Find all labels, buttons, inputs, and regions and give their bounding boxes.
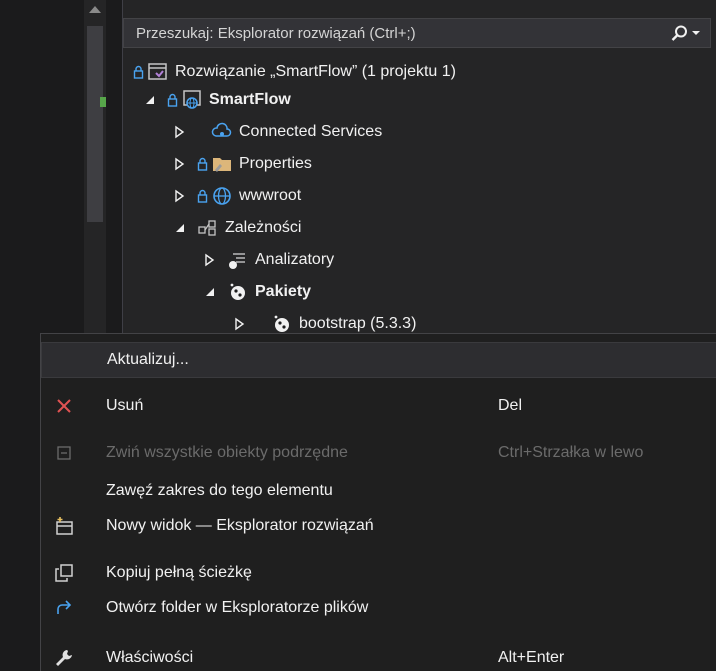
lock-icon bbox=[167, 93, 178, 107]
collapsed-arrow-icon bbox=[205, 253, 215, 267]
tree-item-dependencies[interactable]: Zależności bbox=[173, 212, 301, 244]
menu-item-copy-full-path[interactable]: Kopiuj pełną ścieżkę bbox=[41, 555, 716, 591]
lock-icon bbox=[133, 65, 144, 79]
bootstrap-label: bootstrap (5.3.3) bbox=[299, 315, 417, 332]
tree-item-connected-services[interactable]: Connected Services bbox=[173, 116, 382, 148]
expanded-arrow-icon bbox=[176, 224, 184, 232]
analyzer-icon bbox=[229, 253, 245, 269]
collapsed-arrow-icon bbox=[235, 317, 245, 331]
menu-shortcut: Ctrl+Strzałka w lewo bbox=[498, 444, 644, 461]
lock-icon bbox=[197, 189, 208, 203]
change-indicator bbox=[100, 97, 106, 107]
new-window-icon bbox=[53, 515, 75, 537]
dependencies-label: Zależności bbox=[225, 219, 302, 236]
menu-label: Aktualizuj... bbox=[107, 351, 189, 368]
properties-label: Properties bbox=[239, 155, 312, 172]
vertical-scrollbar[interactable] bbox=[84, 0, 106, 340]
search-input[interactable] bbox=[124, 19, 671, 47]
tree-item-packages[interactable]: Pakiety bbox=[203, 276, 311, 308]
packages-label: Pakiety bbox=[255, 283, 312, 300]
tree-item-project[interactable]: SmartFlow bbox=[143, 84, 291, 116]
menu-label: Kopiuj pełną ścieżkę bbox=[106, 564, 252, 581]
solution-label: Rozwiązanie „SmartFlow” (1 projektu 1) bbox=[175, 63, 456, 80]
project-label: SmartFlow bbox=[209, 91, 291, 108]
open-folder-arrow-icon bbox=[53, 597, 75, 619]
collapsed-arrow-icon bbox=[175, 125, 185, 139]
solution-icon bbox=[148, 63, 167, 80]
menu-label: Otwórz folder w Eksploratorze plików bbox=[106, 599, 369, 616]
search-icon bbox=[671, 25, 687, 41]
menu-item-update[interactable]: Aktualizuj... bbox=[41, 342, 716, 378]
menu-item-properties[interactable]: Właściwości Alt+Enter bbox=[41, 640, 716, 671]
menu-label: Zawęź zakres do tego elementu bbox=[106, 482, 333, 499]
package-icon bbox=[230, 283, 245, 300]
collapse-all-icon bbox=[53, 442, 75, 464]
menu-label: Zwiń wszystkie obiekty podrzędne bbox=[106, 444, 348, 461]
globe-icon bbox=[213, 187, 231, 205]
expanded-arrow-icon bbox=[146, 96, 154, 104]
wrench-icon bbox=[53, 647, 75, 669]
menu-label: Nowy widok — Eksplorator rozwiązań bbox=[106, 517, 374, 534]
menu-item-scope-to-this[interactable]: Zawęź zakres do tego elementu bbox=[41, 473, 716, 509]
scroll-up-arrow-icon[interactable] bbox=[89, 6, 101, 13]
tree-item-properties[interactable]: Properties bbox=[173, 148, 312, 180]
web-project-icon bbox=[183, 90, 201, 109]
analyzers-label: Analizatory bbox=[255, 251, 335, 268]
expanded-arrow-icon bbox=[206, 288, 214, 296]
copy-icon bbox=[53, 562, 75, 584]
menu-item-open-folder[interactable]: Otwórz folder w Eksploratorze plików bbox=[41, 590, 716, 626]
scroll-thumb[interactable] bbox=[87, 26, 103, 222]
connected-services-icon bbox=[211, 122, 232, 137]
search-options-button[interactable] bbox=[671, 25, 710, 42]
delete-icon bbox=[53, 395, 75, 417]
menu-label: Usuń bbox=[106, 397, 144, 414]
collapsed-arrow-icon bbox=[175, 157, 185, 171]
menu-label: Właściwości bbox=[106, 649, 194, 666]
menu-item-delete[interactable]: Usuń Del bbox=[41, 388, 716, 424]
connected-services-label: Connected Services bbox=[239, 123, 383, 140]
properties-folder-icon bbox=[213, 158, 231, 172]
tree-item-analyzers[interactable]: Analizatory bbox=[203, 244, 334, 276]
menu-shortcut: Alt+Enter bbox=[498, 649, 565, 666]
package-icon bbox=[274, 315, 289, 332]
solution-explorer-panel: Rozwiązanie „SmartFlow” (1 projektu 1) bbox=[122, 0, 716, 340]
ide-window: Rozwiązanie „SmartFlow” (1 projektu 1) bbox=[0, 0, 716, 671]
menu-item-collapse-all[interactable]: Zwiń wszystkie obiekty podrzędne Ctrl+St… bbox=[41, 435, 716, 471]
menu-item-new-view[interactable]: Nowy widok — Eksplorator rozwiązań bbox=[41, 508, 716, 544]
context-menu: Aktualizuj... Usuń Del Zwiń wszystkie ob… bbox=[40, 333, 716, 671]
collapsed-arrow-icon bbox=[175, 189, 185, 203]
menu-shortcut: Del bbox=[498, 397, 523, 414]
solution-explorer-search bbox=[123, 18, 711, 48]
wwwroot-label: wwwroot bbox=[239, 187, 302, 204]
dependencies-icon bbox=[198, 220, 216, 236]
lock-icon bbox=[197, 157, 208, 171]
chevron-down-icon bbox=[692, 31, 700, 35]
tree-item-wwwroot[interactable]: wwwroot bbox=[173, 180, 301, 212]
